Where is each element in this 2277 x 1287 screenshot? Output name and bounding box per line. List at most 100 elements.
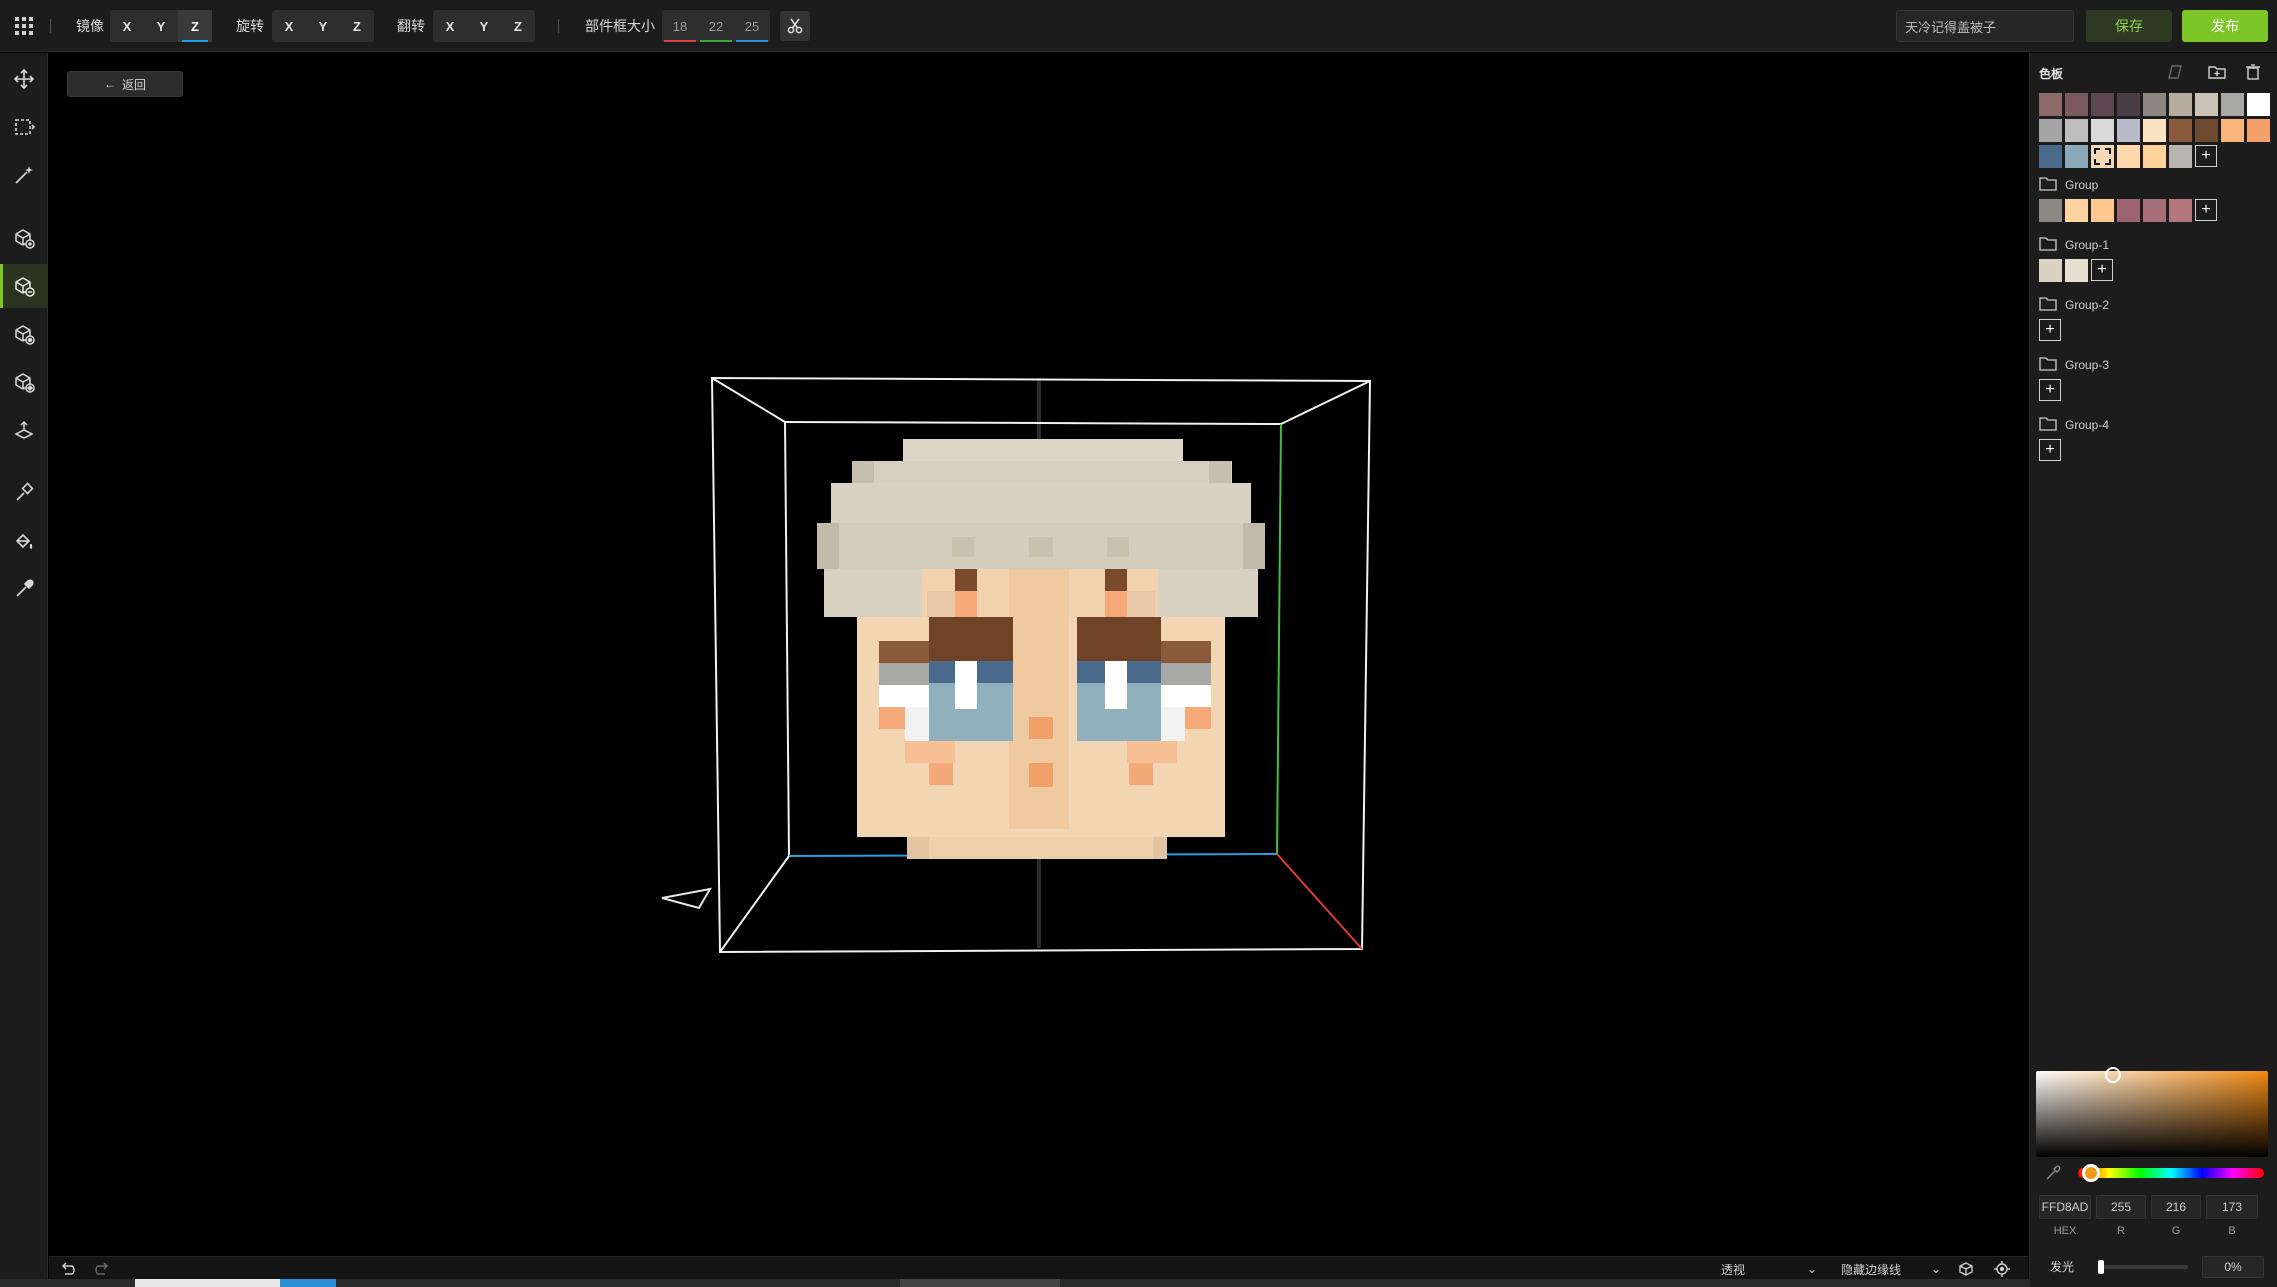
new-folder-icon[interactable] [2207, 62, 2227, 82]
add-swatch-button[interactable]: + [2039, 319, 2061, 341]
redo-icon[interactable] [93, 1260, 111, 1278]
color-swatch[interactable] [2065, 119, 2088, 142]
swatch-group-name: Group-3 [2065, 358, 2110, 372]
hue-slider[interactable] [2078, 1164, 2264, 1182]
mirror-y-button[interactable]: Y [144, 10, 178, 42]
color-swatch[interactable] [2091, 93, 2114, 116]
add-swatch-button[interactable]: + [2039, 379, 2061, 401]
flip-z-button[interactable]: Z [501, 10, 535, 42]
publish-button[interactable]: 发布 [2182, 10, 2268, 42]
hue-slider-handle[interactable] [2082, 1164, 2100, 1182]
brush-icon[interactable] [0, 471, 48, 515]
scissors-icon[interactable] [780, 11, 810, 41]
size-z-input[interactable]: 25 [734, 10, 770, 42]
r-input[interactable]: 255 [2096, 1195, 2146, 1219]
add-swatch-button[interactable]: + [2195, 199, 2217, 221]
color-swatch[interactable] [2065, 259, 2088, 282]
apps-grid-icon[interactable] [14, 16, 34, 36]
eyedropper-icon[interactable] [0, 567, 48, 611]
color-swatch[interactable] [2065, 93, 2088, 116]
swatch-group-header[interactable]: Group-2 [2039, 295, 2109, 315]
color-swatch[interactable] [2091, 199, 2114, 222]
color-picker-area[interactable] [2036, 1067, 2268, 1157]
rotate-y-button[interactable]: Y [306, 10, 340, 42]
glow-slider[interactable] [2098, 1260, 2188, 1274]
add-swatch-button[interactable]: + [2039, 439, 2061, 461]
size-y-input[interactable]: 22 [698, 10, 734, 42]
swatch-group-header[interactable]: Group-1 [2039, 235, 2109, 255]
color-swatch[interactable] [2169, 145, 2192, 168]
add-swatch-button[interactable]: + [2091, 259, 2113, 281]
projection-select[interactable]: 透视 ⌄ [1721, 1259, 1821, 1279]
color-swatch[interactable] [2247, 93, 2270, 116]
glow-slider-handle[interactable] [2098, 1260, 2104, 1274]
save-button[interactable]: 保存 [2086, 10, 2172, 42]
color-swatch[interactable] [2143, 119, 2166, 142]
color-swatch[interactable] [2039, 145, 2062, 168]
swatch-group-name: Group-2 [2065, 298, 2110, 312]
flip-x-button[interactable]: X [433, 10, 467, 42]
rotate-label: 旋转 [236, 18, 264, 34]
add-voxel-icon[interactable] [0, 216, 48, 260]
color-swatch[interactable] [2039, 199, 2062, 222]
b-input[interactable]: 173 [2206, 1195, 2258, 1219]
color-swatch[interactable] [2247, 119, 2270, 142]
undo-icon[interactable] [59, 1260, 77, 1278]
swatch-group-header[interactable]: Group-3 [2039, 355, 2109, 375]
color-swatch[interactable] [2143, 145, 2166, 168]
divider [558, 19, 559, 33]
g-input[interactable]: 216 [2151, 1195, 2201, 1219]
color-swatch[interactable] [2169, 199, 2192, 222]
color-swatch[interactable] [2091, 145, 2114, 168]
swatch-group-header[interactable]: Group-4 [2039, 415, 2109, 435]
palette-import-icon[interactable] [2165, 62, 2185, 82]
color-swatch[interactable] [2117, 119, 2140, 142]
erase-voxel-icon[interactable] [0, 264, 48, 308]
color-swatch[interactable] [2195, 93, 2218, 116]
chevron-down-icon: ⌄ [1806, 1262, 1817, 1276]
color-swatch[interactable] [2117, 93, 2140, 116]
color-picker-handle[interactable] [2105, 1067, 2121, 1083]
rotate-z-button[interactable]: Z [340, 10, 374, 42]
glow-value-input[interactable]: 0% [2202, 1256, 2264, 1278]
color-swatch[interactable] [2065, 199, 2088, 222]
color-swatch[interactable] [2221, 119, 2244, 142]
eyedropper-icon[interactable] [2044, 1164, 2062, 1182]
edge-display-select[interactable]: 隐藏边缘线 ⌄ [1841, 1259, 1945, 1279]
hex-input[interactable]: FFD8AD [2039, 1195, 2091, 1219]
color-swatch[interactable] [2039, 93, 2062, 116]
3d-viewport[interactable]: ← 返回 [49, 53, 2028, 1256]
color-swatch[interactable] [2143, 93, 2166, 116]
color-swatch[interactable] [2065, 145, 2088, 168]
swatch-group-name: Group-1 [2065, 238, 2110, 252]
fill-voxel-icon[interactable] [0, 360, 48, 404]
paint-bucket-icon[interactable] [0, 519, 48, 563]
add-swatch-button[interactable]: + [2195, 145, 2217, 167]
select-box-tool-icon[interactable] [0, 105, 48, 149]
color-swatch[interactable] [2039, 259, 2062, 282]
color-swatch[interactable] [2169, 119, 2192, 142]
target-center-icon[interactable] [1993, 1260, 2011, 1278]
color-swatch[interactable] [2039, 119, 2062, 142]
color-swatch[interactable] [2221, 93, 2244, 116]
color-swatch[interactable] [2117, 199, 2140, 222]
model-name-input[interactable] [1896, 10, 2074, 42]
flip-y-button[interactable]: Y [467, 10, 501, 42]
color-swatch[interactable] [2091, 119, 2114, 142]
swatch-group-header[interactable]: Group [2039, 175, 2098, 195]
color-swatch[interactable] [2195, 119, 2218, 142]
extrude-icon[interactable] [0, 408, 48, 452]
paint-voxel-icon[interactable] [0, 312, 48, 356]
rotate-axis-group: X Y Z [272, 10, 374, 42]
color-swatch[interactable] [2143, 199, 2166, 222]
move-tool-icon[interactable] [0, 57, 48, 101]
size-x-input[interactable]: 18 [662, 10, 698, 42]
magic-wand-icon[interactable] [0, 153, 48, 197]
cube-settings-icon[interactable] [1957, 1260, 1975, 1278]
mirror-x-button[interactable]: X [110, 10, 144, 42]
mirror-z-button[interactable]: Z [178, 10, 212, 42]
color-swatch[interactable] [2169, 93, 2192, 116]
delete-icon[interactable] [2243, 62, 2263, 82]
color-swatch[interactable] [2117, 145, 2140, 168]
rotate-x-button[interactable]: X [272, 10, 306, 42]
